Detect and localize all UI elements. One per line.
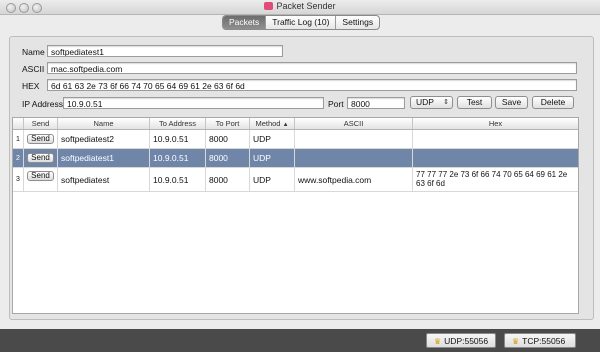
udp-crown-icon: ♛ xyxy=(434,337,442,346)
window-title: Packet Sender xyxy=(0,1,600,11)
ascii-label: ASCII xyxy=(22,64,45,74)
method-cell: UDP xyxy=(249,130,294,148)
test-button[interactable]: Test xyxy=(457,96,492,109)
address-cell: 10.9.0.51 xyxy=(149,168,205,191)
send-cell: Send xyxy=(23,130,57,148)
sort-ascending-icon: ▲ xyxy=(282,122,289,128)
method-cell: UDP xyxy=(249,168,294,191)
hex-field[interactable]: 6d 61 63 2e 73 6f 66 74 70 65 64 69 61 2… xyxy=(47,79,577,91)
name-label: Name xyxy=(22,47,45,57)
name-field[interactable]: softpediatest1 xyxy=(47,45,283,57)
hex-cell xyxy=(412,130,578,148)
table-row-selected[interactable]: 2 Send softpediatest1 10.9.0.51 8000 UDP xyxy=(13,149,578,168)
method-cell: UDP xyxy=(249,149,294,167)
protocol-select[interactable]: UDP ⇕ xyxy=(410,96,453,109)
send-button[interactable]: Send xyxy=(27,134,54,144)
updown-arrows-icon: ⇕ xyxy=(443,99,449,106)
tcp-status[interactable]: ♛ TCP:55056 xyxy=(504,333,576,348)
udp-status[interactable]: ♛ UDP:55056 xyxy=(426,333,496,348)
ascii-field[interactable]: mac.softpedia.com xyxy=(47,62,577,74)
ip-address-label: IP Address xyxy=(22,99,63,109)
header-method[interactable]: Method ▲ xyxy=(249,118,294,129)
hex-label: HEX xyxy=(22,81,40,91)
row-number: 2 xyxy=(16,154,20,162)
table-header: Send Name To Address To Port Method ▲ AS… xyxy=(13,118,578,130)
port-cell: 8000 xyxy=(205,168,249,191)
udp-status-text: UDP:55056 xyxy=(444,336,489,346)
save-button[interactable]: Save xyxy=(495,96,528,109)
send-button[interactable]: Send xyxy=(27,153,54,163)
row-number: 3 xyxy=(16,176,20,183)
address-cell: 10.9.0.51 xyxy=(149,149,205,167)
tab-settings[interactable]: Settings xyxy=(335,16,379,29)
tab-traffic-log[interactable]: Traffic Log (10) xyxy=(265,16,335,29)
address-cell: 10.9.0.51 xyxy=(149,130,205,148)
header-to-address[interactable]: To Address xyxy=(149,118,205,129)
ascii-cell xyxy=(294,149,412,167)
table-row[interactable]: 3 Send softpediatest 10.9.0.51 8000 UDP … xyxy=(13,168,578,192)
header-method-label: Method xyxy=(255,119,281,128)
header-ascii[interactable]: ASCII xyxy=(294,118,412,129)
name-cell: softpediatest1 xyxy=(57,149,149,167)
tab-packets[interactable]: Packets xyxy=(223,16,266,29)
ip-address-field[interactable]: 10.9.0.51 xyxy=(63,97,324,109)
send-cell: Send xyxy=(23,149,57,167)
send-cell: Send xyxy=(23,168,57,191)
header-hex[interactable]: Hex xyxy=(412,118,578,129)
port-cell: 8000 xyxy=(205,149,249,167)
header-send[interactable]: Send xyxy=(23,118,57,129)
app-icon xyxy=(264,2,274,10)
ascii-cell: www.softpedia.com xyxy=(294,168,412,191)
protocol-select-value: UDP xyxy=(416,97,434,107)
hex-cell xyxy=(412,149,578,167)
row-number: 1 xyxy=(16,135,20,143)
port-label: Port xyxy=(328,99,344,109)
header-row-number xyxy=(13,118,23,129)
port-cell: 8000 xyxy=(205,130,249,148)
delete-button[interactable]: Delete xyxy=(532,96,574,109)
title-bar: Packet Sender xyxy=(0,0,600,15)
hex-cell: 77 77 77 2e 73 6f 66 74 70 65 64 69 61 2… xyxy=(412,168,578,191)
name-cell: softpediatest2 xyxy=(57,130,149,148)
tab-bar: Packets Traffic Log (10) Settings xyxy=(222,15,381,30)
ascii-cell xyxy=(294,130,412,148)
name-cell: softpediatest xyxy=(57,168,149,191)
send-button[interactable]: Send xyxy=(27,171,54,181)
table-row[interactable]: 1 Send softpediatest2 10.9.0.51 8000 UDP xyxy=(13,130,578,149)
packets-table: Send Name To Address To Port Method ▲ AS… xyxy=(12,117,579,314)
tcp-status-text: TCP:55056 xyxy=(522,336,566,346)
header-to-port[interactable]: To Port xyxy=(205,118,249,129)
tcp-crown-icon: ♛ xyxy=(512,337,520,346)
port-field[interactable]: 8000 xyxy=(347,97,405,109)
app-window: Packet Sender Packets Traffic Log (10) S… xyxy=(0,0,600,352)
window-title-text: Packet Sender xyxy=(276,1,336,11)
header-name[interactable]: Name xyxy=(57,118,149,129)
